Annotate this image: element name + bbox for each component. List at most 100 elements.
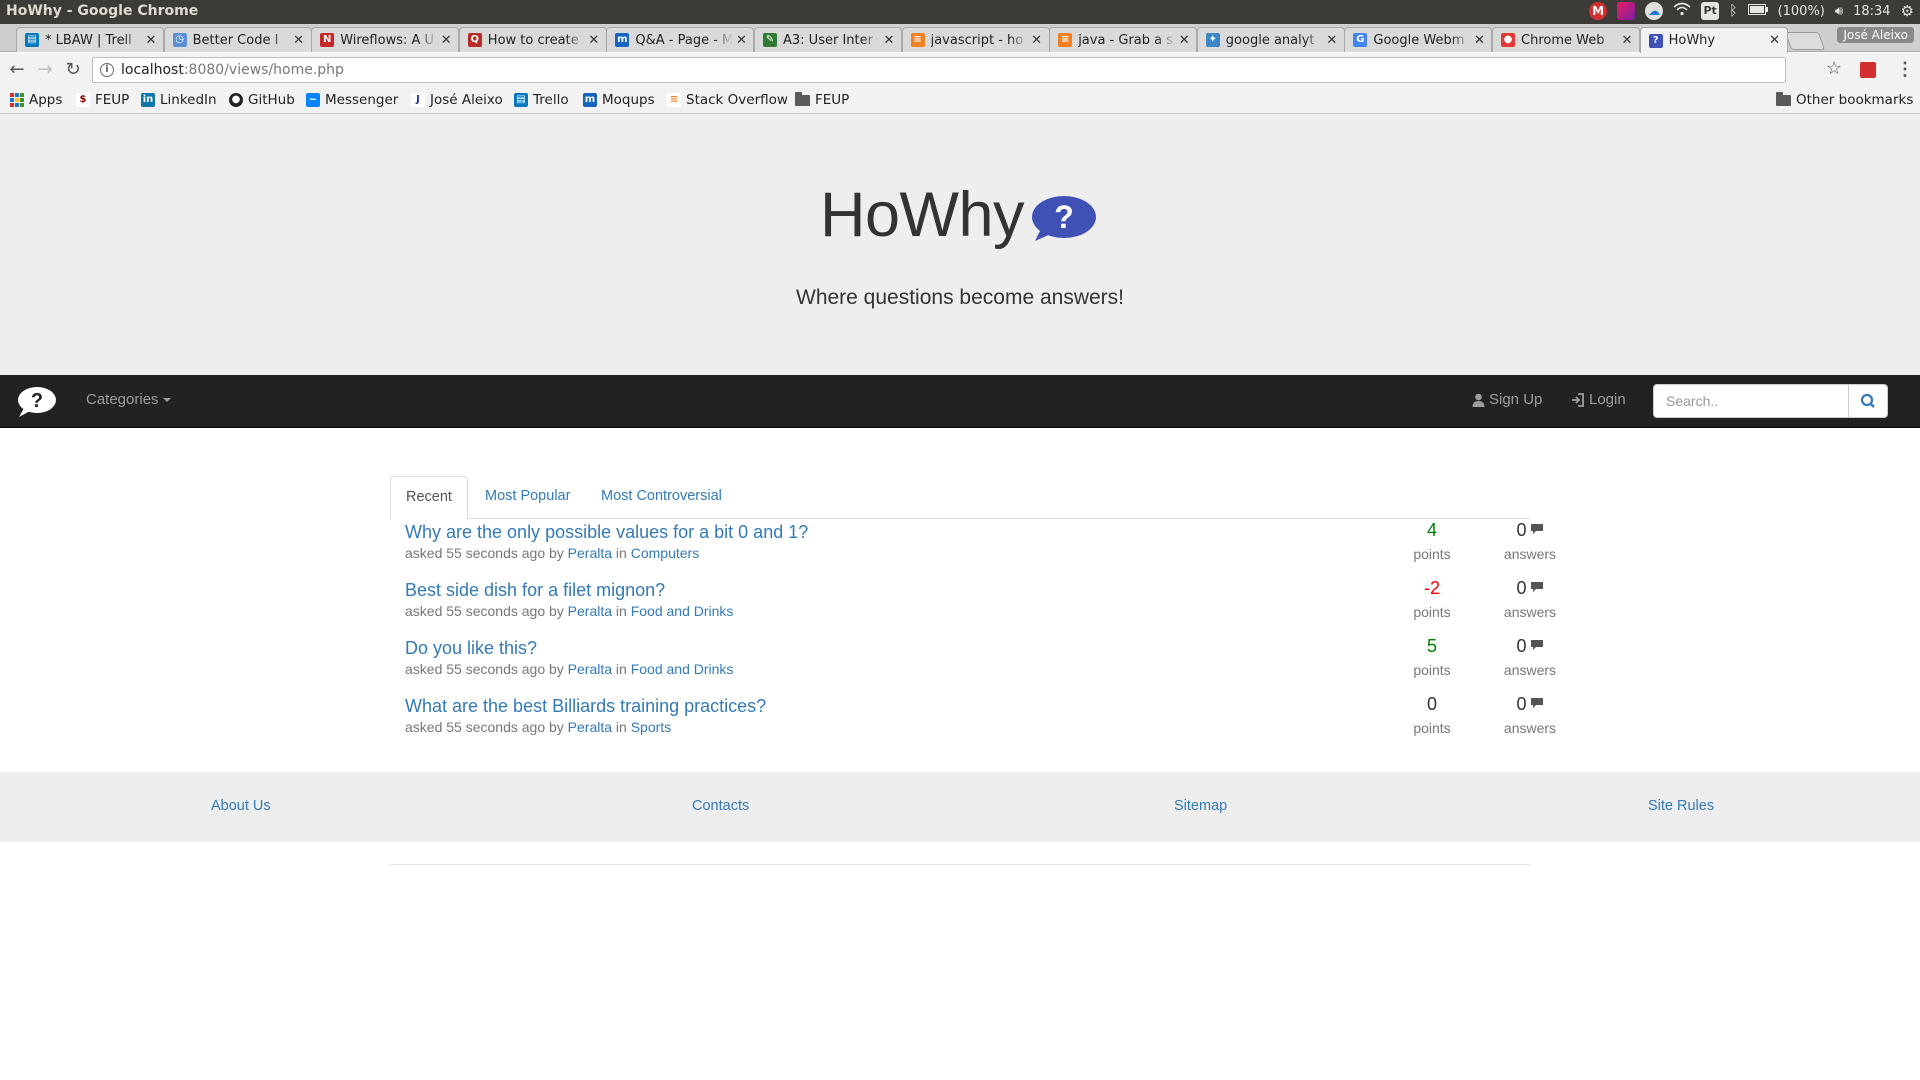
chrome-icon: ● (1501, 33, 1515, 47)
site-info-icon[interactable]: i (100, 63, 114, 77)
bookmark-item[interactable]: Apps (10, 92, 62, 108)
grid-dot (20, 93, 24, 97)
question-score: 0 points (1390, 694, 1474, 736)
browser-tab[interactable]: N Wireflows: A U ✕ (311, 27, 460, 52)
browser-tab[interactable]: ● Chrome Web ✕ (1492, 27, 1640, 52)
question-row: What are the best Billiards training pra… (390, 694, 1556, 752)
bookmark-item[interactable]: m Moqups (583, 92, 655, 108)
browser-tab[interactable]: ≡ java - Grab a s ✕ (1049, 27, 1198, 52)
reload-icon[interactable]: ↻ (62, 59, 84, 81)
category-link[interactable]: Computers (631, 545, 699, 561)
volume-icon[interactable]: 🔊︎ (1835, 4, 1843, 19)
close-tab-icon[interactable]: ✕ (733, 33, 749, 48)
answers-label: answers (1503, 604, 1557, 620)
browser-tab[interactable]: ▤ * LBAW | Trell ✕ (16, 27, 164, 52)
close-tab-icon[interactable]: ✕ (1471, 33, 1487, 48)
other-bookmarks[interactable]: Other bookmarks (1776, 91, 1913, 108)
gmail-notifier-icon[interactable]: M (1589, 2, 1608, 20)
bookmark-item[interactable]: FEUP (795, 91, 849, 108)
signup-label: Sign Up (1489, 391, 1543, 408)
question-answers: 0 answers (1480, 520, 1580, 562)
bluetooth-icon[interactable]: ᛒ (1729, 3, 1737, 19)
cloud-sync-icon[interactable]: ☁ (1645, 2, 1664, 20)
clock[interactable]: 18:34 (1853, 4, 1890, 19)
categories-dropdown[interactable]: Categories (86, 391, 171, 408)
close-tab-icon[interactable]: ✕ (291, 33, 307, 48)
browser-tab[interactable]: Q How to create ✕ (458, 27, 607, 52)
close-tab-icon[interactable]: ✕ (586, 33, 602, 48)
search-button[interactable] (1848, 384, 1888, 418)
close-tab-icon[interactable]: ✕ (1324, 33, 1340, 48)
bookmark-item[interactable]: $ FEUP (76, 92, 129, 108)
close-tab-icon[interactable]: ✕ (1767, 33, 1783, 48)
stackoverflow-icon: ≡ (667, 93, 681, 107)
points-value: -2 (1423, 578, 1440, 598)
browser-tab[interactable]: ✎ A3: User Inter ✕ (754, 27, 902, 52)
author-link[interactable]: Peralta (568, 603, 612, 619)
bookmark-item[interactable]: ≡ Stack Overflow (667, 92, 788, 108)
close-tab-icon[interactable]: ✕ (1176, 33, 1192, 48)
profile-button[interactable]: José Aleixo (1837, 27, 1914, 43)
close-tab-icon[interactable]: ✕ (438, 33, 454, 48)
bookmarks-bar: Apps $ FEUP in LinkedIn ● GitHub ~ Messenger J Jos… (0, 87, 1920, 114)
settings-gear-icon[interactable]: ⚙ (1901, 2, 1914, 20)
signup-link[interactable]: Sign Up (1472, 391, 1542, 408)
bookmark-label: FEUP (95, 92, 130, 108)
tab-recent[interactable]: Recent (390, 476, 468, 520)
author-link[interactable]: Peralta (568, 719, 612, 735)
search-icon (1860, 393, 1875, 408)
question-title-link[interactable]: What are the best Billiards training pra… (405, 696, 766, 717)
answers-value: 0 (1516, 520, 1527, 540)
question-title-link[interactable]: Do you like this? (405, 638, 537, 659)
os-title-bar: HoWhy - Google Chrome M ☁ Pt ᛒ (100%) 🔊︎… (0, 0, 1920, 24)
brand-logo-icon[interactable]: ? (15, 386, 57, 418)
keyboard-layout-indicator[interactable]: Pt (1701, 2, 1720, 20)
question-title-link[interactable]: Best side dish for a filet mignon? (405, 580, 665, 601)
author-link[interactable]: Peralta (568, 661, 612, 677)
footer-about-us-link[interactable]: About Us (211, 798, 271, 814)
tab-most-popular[interactable]: Most Popular (470, 476, 585, 519)
app-indicator-icon[interactable] (1617, 2, 1636, 20)
back-arrow-icon[interactable]: ← (6, 59, 28, 81)
extension-icon[interactable] (1860, 62, 1876, 78)
login-link[interactable]: Login (1571, 391, 1626, 408)
author-link[interactable]: Peralta (568, 545, 612, 561)
category-link[interactable]: Food and Drinks (631, 661, 734, 677)
site-navbar: ? Categories Sign Up Login (0, 375, 1920, 428)
address-bar[interactable]: i localhost:8080/views/home.php (92, 57, 1786, 83)
bookmark-item[interactable]: ~ Messenger (306, 92, 398, 108)
bookmark-item[interactable]: ● GitHub (229, 92, 295, 108)
browser-tab[interactable]: ≡ javascript - ho ✕ (901, 27, 1050, 52)
bookmark-item[interactable]: ▤ Trello (514, 92, 569, 108)
github-icon: ● (229, 93, 243, 107)
battery-icon[interactable] (1747, 3, 1768, 19)
chrome-menu-icon[interactable]: ⋮ (1896, 59, 1914, 80)
bookmark-item[interactable]: J José Aleixo (411, 92, 503, 108)
forward-arrow-icon[interactable]: → (34, 59, 56, 81)
footer-sitemap-link[interactable]: Sitemap (1174, 798, 1227, 814)
question-title-link[interactable]: Why are the only possible values for a b… (405, 522, 808, 543)
browser-tab-label: A3: User Inter (783, 32, 873, 48)
footer-contacts-link[interactable]: Contacts (692, 798, 749, 814)
browser-tab[interactable]: ? HoWhy ✕ (1639, 27, 1788, 53)
close-tab-icon[interactable]: ✕ (143, 33, 159, 48)
points-label: points (1413, 546, 1451, 562)
browser-tab-label: Chrome Web (1521, 32, 1605, 48)
close-tab-icon[interactable]: ✕ (1029, 33, 1045, 48)
close-tab-icon[interactable]: ✕ (881, 33, 897, 48)
tab-most-controversial[interactable]: Most Controversial (586, 476, 737, 519)
wifi-icon[interactable] (1673, 2, 1691, 20)
bookmark-star-icon[interactable]: ☆ (1826, 58, 1842, 79)
search-input[interactable] (1653, 384, 1849, 418)
new-tab-button[interactable] (1784, 32, 1826, 50)
footer-site-rules-link[interactable]: Site Rules (1648, 798, 1714, 814)
category-link[interactable]: Food and Drinks (631, 603, 734, 619)
in-text: in (615, 661, 627, 677)
browser-tab[interactable]: m Q&A - Page - M ✕ (606, 27, 755, 52)
bookmark-item[interactable]: in LinkedIn (141, 92, 217, 108)
browser-tab[interactable]: G Google Webm ✕ (1344, 27, 1493, 52)
close-tab-icon[interactable]: ✕ (1619, 33, 1635, 48)
browser-tab[interactable]: ◷ Better Code I ✕ (163, 27, 312, 52)
category-link[interactable]: Sports (631, 719, 671, 735)
browser-tab[interactable]: ✦ google analyt ✕ (1196, 27, 1345, 52)
